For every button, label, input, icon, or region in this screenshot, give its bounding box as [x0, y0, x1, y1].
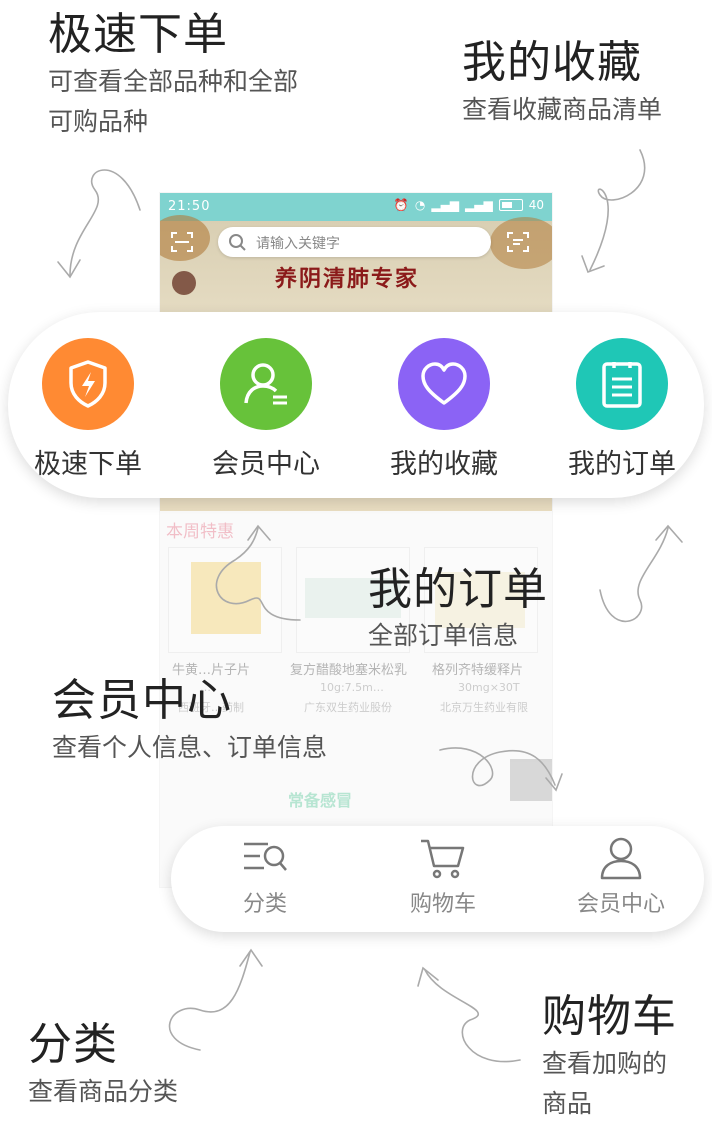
wifi-icon: ◔	[414, 198, 426, 212]
feature-label: 我的收藏	[390, 449, 498, 480]
tab-label: 购物车	[409, 892, 476, 917]
arrowhead-icon	[57, 259, 81, 279]
clipboard-icon	[576, 338, 668, 430]
annotation-desc-line: 可购品种	[48, 107, 149, 136]
product-spec: 10g:7.5m…	[320, 681, 384, 694]
feature-member-center[interactable]: 会员中心	[196, 338, 336, 481]
back-to-top-button[interactable]	[510, 759, 552, 801]
status-bar: 21:50 ⏰ ◔ ▂▄▆ ▂▄▆ 40	[160, 193, 552, 221]
annotation-desc-fast-order: 可查看全部品种和全部 可购品种	[48, 62, 298, 142]
feature-bar: 极速下单 会员中心 我的收藏 我的订单	[8, 312, 704, 498]
curly-arrow-icon	[599, 527, 669, 623]
lightning-shield-icon	[42, 338, 134, 430]
product-spec: 30mg×30T	[458, 681, 520, 694]
banner-title: 养阴清肺专家	[275, 266, 420, 292]
signal-icon: ▂▄▆	[431, 198, 460, 212]
feature-label: 我的订单	[568, 449, 676, 480]
tab-cart[interactable]: 购物车	[383, 836, 503, 918]
annotation-desc-line: 可查看全部品种和全部	[48, 67, 299, 96]
brand-seal	[172, 271, 196, 295]
bottom-tab-bar: 分类 购物车 会员中心	[171, 826, 704, 932]
product-maker: 广东双生药业股份	[304, 701, 392, 714]
user-icon	[600, 837, 642, 880]
phone-screenshot: 21:50 ⏰ ◔ ▂▄▆ ▂▄▆ 40 请输入关键字 养阴清肺专家 本周特惠 …	[160, 193, 552, 887]
user-icon	[220, 338, 312, 430]
tab-label: 分类	[242, 892, 287, 917]
annotation-desc-line: 商品	[542, 1089, 593, 1118]
search-input[interactable]: 请输入关键字	[218, 227, 491, 257]
annotation-title-cart: 购物车	[542, 991, 677, 1042]
feature-label: 会员中心	[212, 449, 320, 480]
status-icons: ⏰ ◔ ▂▄▆ ▂▄▆ 40	[394, 198, 544, 212]
annotation-title-category: 分类	[28, 1019, 118, 1070]
annotation-title-fast-order: 极速下单	[48, 9, 228, 60]
annotation-title-member: 会员中心	[52, 675, 232, 726]
battery-icon	[498, 199, 523, 211]
annotation-desc-cart: 查看加购的 商品	[542, 1044, 667, 1124]
annotation-desc-member: 查看个人信息、订单信息	[52, 733, 328, 762]
feature-my-orders[interactable]: 我的订单	[552, 338, 692, 481]
annotation-desc-category: 查看商品分类	[28, 1077, 179, 1106]
product-name: 复方醋酸地塞米松乳	[290, 663, 408, 678]
battery-level: 40	[528, 198, 544, 212]
annotation-desc-line: 查看加购的	[542, 1049, 668, 1078]
message-icon[interactable]	[506, 231, 530, 253]
search-icon	[229, 234, 246, 251]
feature-favorites[interactable]: 我的收藏	[374, 338, 514, 481]
curly-arrow-icon	[424, 969, 521, 1063]
curly-arrow-icon	[69, 169, 141, 276]
arrowhead-icon	[581, 255, 605, 274]
curly-arrow-icon	[168, 951, 251, 1051]
arrowhead-icon	[655, 524, 683, 543]
tab-label: 会员中心	[576, 892, 665, 917]
arrowhead-icon	[417, 966, 439, 987]
arrowhead-icon	[239, 948, 263, 967]
signal-icon: ▂▄▆	[465, 198, 493, 212]
weekly-special-heading: 本周特惠	[166, 522, 234, 542]
tab-member-center[interactable]: 会员中心	[561, 836, 681, 918]
promo-banner[interactable]: 常备感冒	[288, 787, 352, 811]
annotation-title-favorites: 我的收藏	[462, 37, 642, 88]
category-search-icon	[244, 842, 287, 871]
tab-category[interactable]: 分类	[205, 836, 325, 918]
product-name: 格列齐特缓释片	[432, 663, 524, 678]
annotation-desc-orders: 全部订单信息	[368, 621, 519, 650]
cart-icon	[421, 839, 465, 879]
annotation-title-orders: 我的订单	[368, 564, 548, 615]
curly-arrow-icon	[589, 149, 646, 271]
product-card[interactable]	[168, 547, 282, 653]
feature-fast-order[interactable]: 极速下单	[18, 338, 158, 481]
annotation-desc-favorites: 查看收藏商品清单	[462, 95, 663, 124]
product-image	[191, 562, 261, 634]
alarm-icon: ⏰	[393, 198, 409, 212]
product-maker: 北京万生药业有限	[440, 701, 528, 714]
heart-icon	[398, 338, 490, 430]
status-time: 21:50	[168, 199, 211, 214]
feature-label: 极速下单	[34, 449, 142, 480]
scan-icon[interactable]	[170, 231, 194, 253]
search-placeholder: 请输入关键字	[256, 236, 340, 252]
